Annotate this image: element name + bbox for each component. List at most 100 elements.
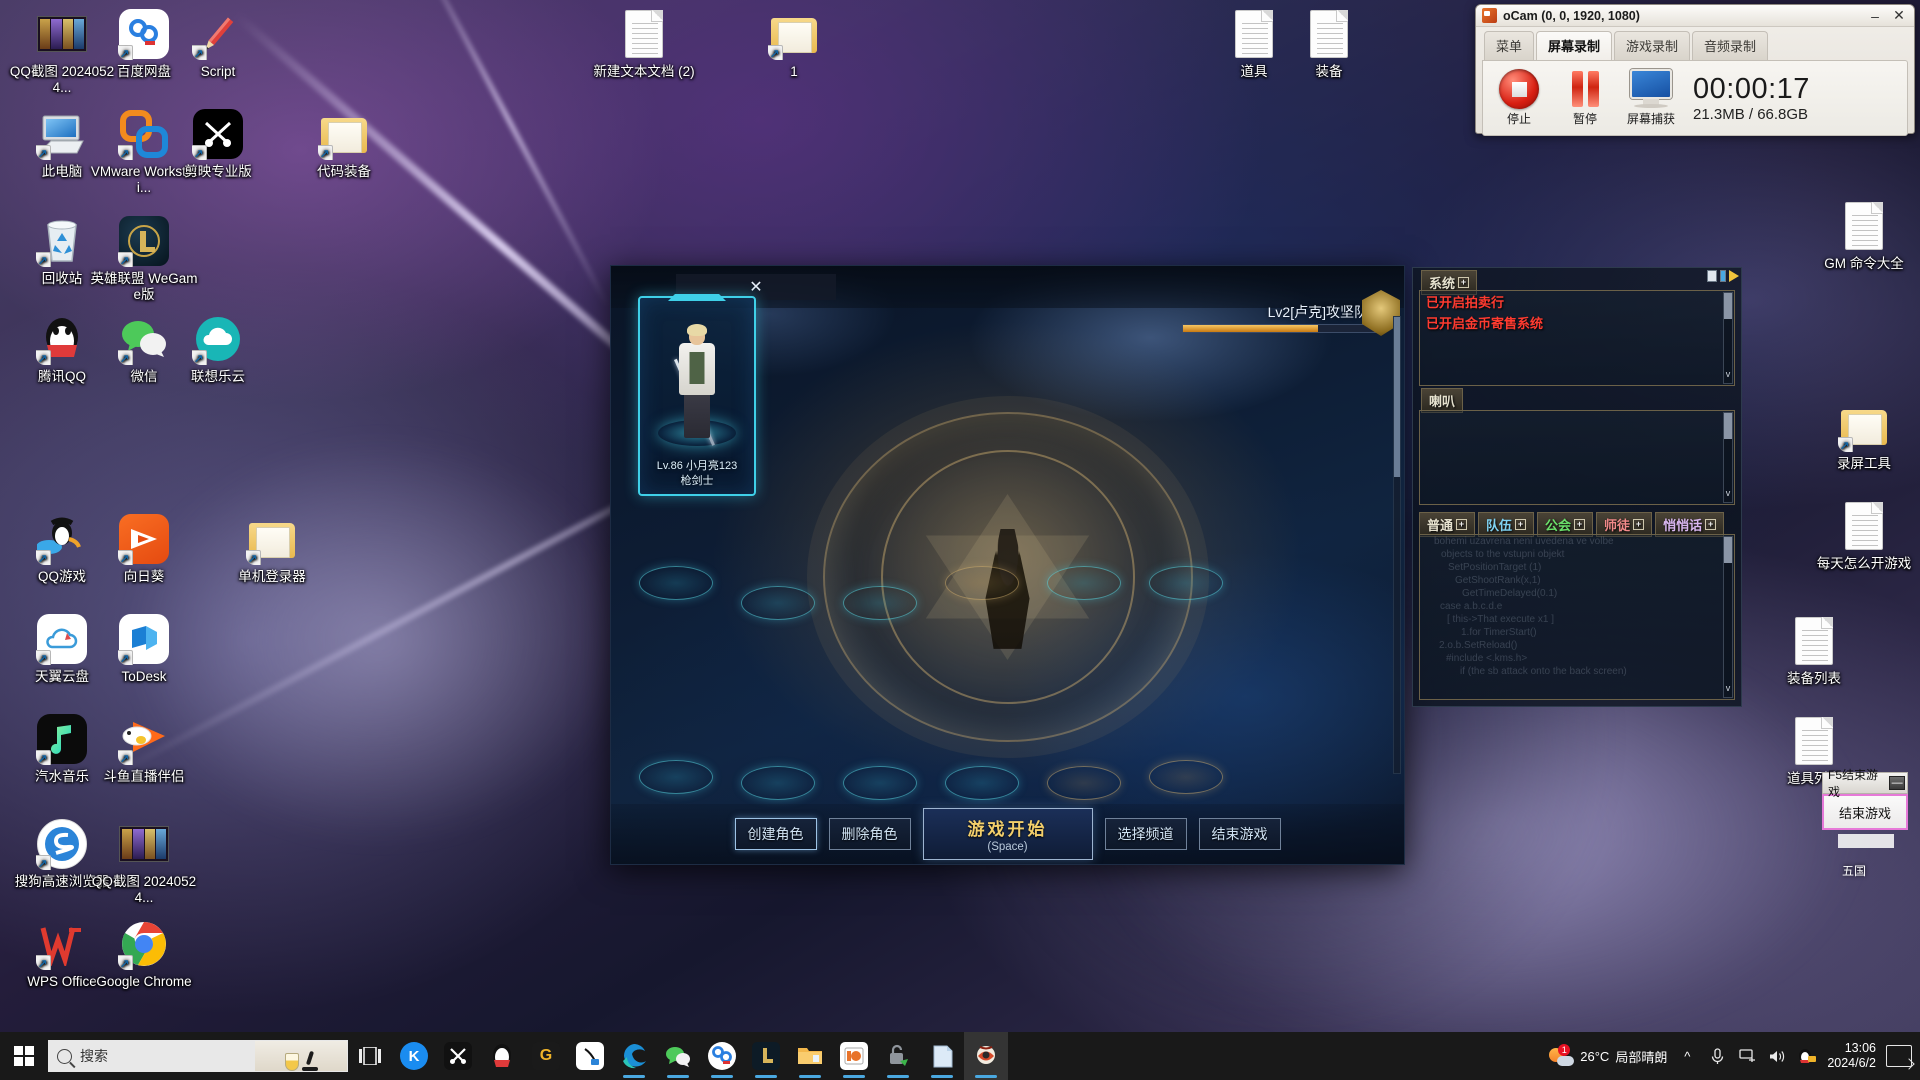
show-hidden-icons-chevron-icon[interactable]: ^ <box>1677 1046 1697 1066</box>
document-icon <box>1788 615 1840 667</box>
game-window[interactable]: ✕ Lv2[卢克]攻坚队 Lv.86 小月亮123 枪剑士 创建角色 删除角色 … <box>610 265 1405 865</box>
chat-log-line: 2.o.b.SetReload() <box>1439 640 1518 651</box>
desktop-icon-how-to-open-game[interactable]: 每天怎么开游戏 <box>1810 500 1918 572</box>
stop-button[interactable]: 停止 <box>1491 69 1547 127</box>
taskbar-app-unlock[interactable] <box>876 1032 920 1080</box>
desktop-icon-code-equip[interactable]: 代码装备 <box>290 108 398 180</box>
desktop-icon-sunflower[interactable]: 向日葵 <box>90 513 198 585</box>
taskbar-app-notepad[interactable] <box>920 1032 964 1080</box>
f5-widget-header: F5结束游戏 — <box>1822 768 1908 799</box>
ocam-window[interactable]: oCam (0, 0, 1920, 1080) – ✕ 菜单 屏幕录制 游戏录制… <box>1475 4 1915 136</box>
taskbar-app-app-white[interactable] <box>568 1032 612 1080</box>
search-input[interactable]: 搜索 <box>48 1040 348 1072</box>
desktop-icon-google-chrome[interactable]: Google Chrome <box>90 918 198 990</box>
chat-expand-icon[interactable] <box>1729 270 1739 282</box>
character-list-scrollbar[interactable] <box>1393 316 1401 774</box>
chat-restore-icon[interactable] <box>1707 270 1717 282</box>
character-slot[interactable]: Lv.86 小月亮123 枪剑士 <box>638 294 756 496</box>
tianyi-icon <box>36 613 88 665</box>
taskbar-app-kugou[interactable]: K <box>392 1032 436 1080</box>
desktop-icon-gm-commands[interactable]: GM 命令大全 <box>1810 200 1918 272</box>
minimize-icon[interactable]: – <box>1866 8 1884 24</box>
desktop-icon-new-text-doc-2[interactable]: 新建文本文档 (2) <box>590 8 698 80</box>
horn-message-box[interactable]: v <box>1419 410 1735 505</box>
desktop-icon-script[interactable]: Script <box>164 8 272 80</box>
qq-tray-icon[interactable] <box>1797 1046 1817 1066</box>
tab-audio-record[interactable]: 音频录制 <box>1692 31 1769 60</box>
general-chat-box[interactable]: bohemi uzavrena neni uvedena ve volbe obj… <box>1419 534 1735 700</box>
f5-end-game-widget[interactable]: F5结束游戏 — 结束游戏 <box>1822 768 1908 832</box>
tab-game-record[interactable]: 游戏录制 <box>1614 31 1691 60</box>
taskbar-app-edge[interactable] <box>612 1032 656 1080</box>
taskbar-app-game-client[interactable] <box>964 1032 1008 1080</box>
taskbar-app-wechat[interactable] <box>656 1032 700 1080</box>
quit-game-button[interactable]: 结束游戏 <box>1198 818 1281 850</box>
minimize-icon[interactable]: — <box>1889 776 1905 790</box>
empty-slot-rune[interactable] <box>843 766 917 800</box>
select-channel-button[interactable]: 选择频道 <box>1104 818 1187 850</box>
create-character-button[interactable]: 创建角色 <box>734 818 817 850</box>
empty-slot-rune[interactable] <box>843 586 917 620</box>
desktop-icon-jianying[interactable]: 剪映专业版 <box>164 108 272 180</box>
start-game-button[interactable]: 游戏开始 (Space) <box>922 808 1093 860</box>
desktop-icon-todesk[interactable]: ToDesk <box>90 613 198 685</box>
empty-slot-rune[interactable] <box>1047 766 1121 800</box>
empty-slot-rune[interactable] <box>639 566 713 600</box>
screen-capture-button[interactable]: 屏幕捕获 <box>1623 69 1679 127</box>
add-icon[interactable]: + <box>1515 519 1527 530</box>
taskbar-app-qq[interactable] <box>480 1032 524 1080</box>
empty-slot-rune[interactable] <box>1047 566 1121 600</box>
desktop-icon-lol-wegame[interactable]: 英雄联盟 WeGame版 <box>90 215 198 303</box>
weather-widget[interactable]: 1 26°C 局部晴朗 <box>1548 1044 1667 1067</box>
empty-slot-rune[interactable] <box>1149 566 1223 600</box>
close-icon[interactable]: ✕ <box>1890 7 1908 24</box>
add-icon[interactable]: + <box>1458 277 1470 288</box>
taskbar-app-explorer[interactable] <box>788 1032 832 1080</box>
empty-slot-rune[interactable] <box>945 766 1019 800</box>
taskbar-app-baidu-netdisk[interactable] <box>700 1032 744 1080</box>
tab-menu[interactable]: 菜单 <box>1484 31 1535 60</box>
empty-slot-rune[interactable] <box>639 760 713 794</box>
chat-window-controls[interactable] <box>1707 270 1739 282</box>
desktop-icon-folder-1[interactable]: 1 <box>740 8 848 80</box>
lol-icon <box>752 1042 780 1070</box>
desktop-icon-standalone-launcher[interactable]: 单机登录器 <box>218 513 326 585</box>
system-message-box[interactable]: 已开启拍卖行 已开启金币寄售系统 v <box>1419 290 1735 386</box>
chat-box-scrollbar[interactable]: v <box>1723 536 1733 698</box>
system-box-scrollbar[interactable]: v <box>1723 292 1733 384</box>
taskbar-app-golden[interactable]: G <box>524 1032 568 1080</box>
pause-button[interactable]: 暂停 <box>1557 69 1613 127</box>
add-icon[interactable]: + <box>1633 519 1645 530</box>
taskbar-app-lol[interactable] <box>744 1032 788 1080</box>
empty-slot-rune[interactable] <box>945 566 1019 600</box>
clock[interactable]: 13:06 2024/6/2 <box>1827 1041 1876 1071</box>
taskbar-app-task-view[interactable] <box>348 1032 392 1080</box>
desktop-icon-label: 剪映专业版 <box>184 164 252 179</box>
microphone-icon[interactable] <box>1707 1046 1727 1066</box>
search-illustration <box>255 1041 347 1071</box>
add-icon[interactable]: + <box>1574 519 1586 530</box>
add-icon[interactable]: + <box>1705 519 1717 530</box>
tab-screen-record[interactable]: 屏幕录制 <box>1536 31 1613 60</box>
network-icon[interactable] <box>1737 1046 1757 1066</box>
chat-dock-icon[interactable] <box>1720 270 1726 282</box>
chat-panel[interactable]: 系统 + 已开启拍卖行 已开启金币寄售系统 v 喇叭 v 普通 + 队伍 + 公… <box>1412 267 1742 707</box>
empty-slot-rune[interactable] <box>1149 760 1223 794</box>
ocam-titlebar[interactable]: oCam (0, 0, 1920, 1080) – ✕ <box>1476 5 1914 27</box>
desktop-icon-lenovo-cloud[interactable]: 联想乐云 <box>164 313 272 385</box>
empty-slot-rune[interactable] <box>741 586 815 620</box>
volume-icon[interactable] <box>1767 1046 1787 1066</box>
empty-slot-rune[interactable] <box>741 766 815 800</box>
delete-character-button[interactable]: 删除角色 <box>828 818 911 850</box>
desktop-icon-douyu-companion[interactable]: 斗鱼直播伴侣 <box>90 713 198 785</box>
taskbar-app-ocam[interactable] <box>832 1032 876 1080</box>
add-icon[interactable]: + <box>1456 519 1468 530</box>
taskbar-app-capcut[interactable] <box>436 1032 480 1080</box>
start-button[interactable] <box>0 1032 48 1080</box>
horn-box-scrollbar[interactable]: v <box>1723 412 1733 503</box>
notification-center-icon[interactable] <box>1886 1045 1912 1067</box>
desktop-icon-equipment-list[interactable]: 装备列表 <box>1760 615 1868 687</box>
desktop-icon-screen-record-tool[interactable]: 录屏工具 <box>1810 400 1918 472</box>
desktop-icon-zhuangbei[interactable]: 装备 <box>1275 8 1383 80</box>
desktop-icon-qq-screenshot-2[interactable]: QQ截图 20240524... <box>90 818 198 906</box>
